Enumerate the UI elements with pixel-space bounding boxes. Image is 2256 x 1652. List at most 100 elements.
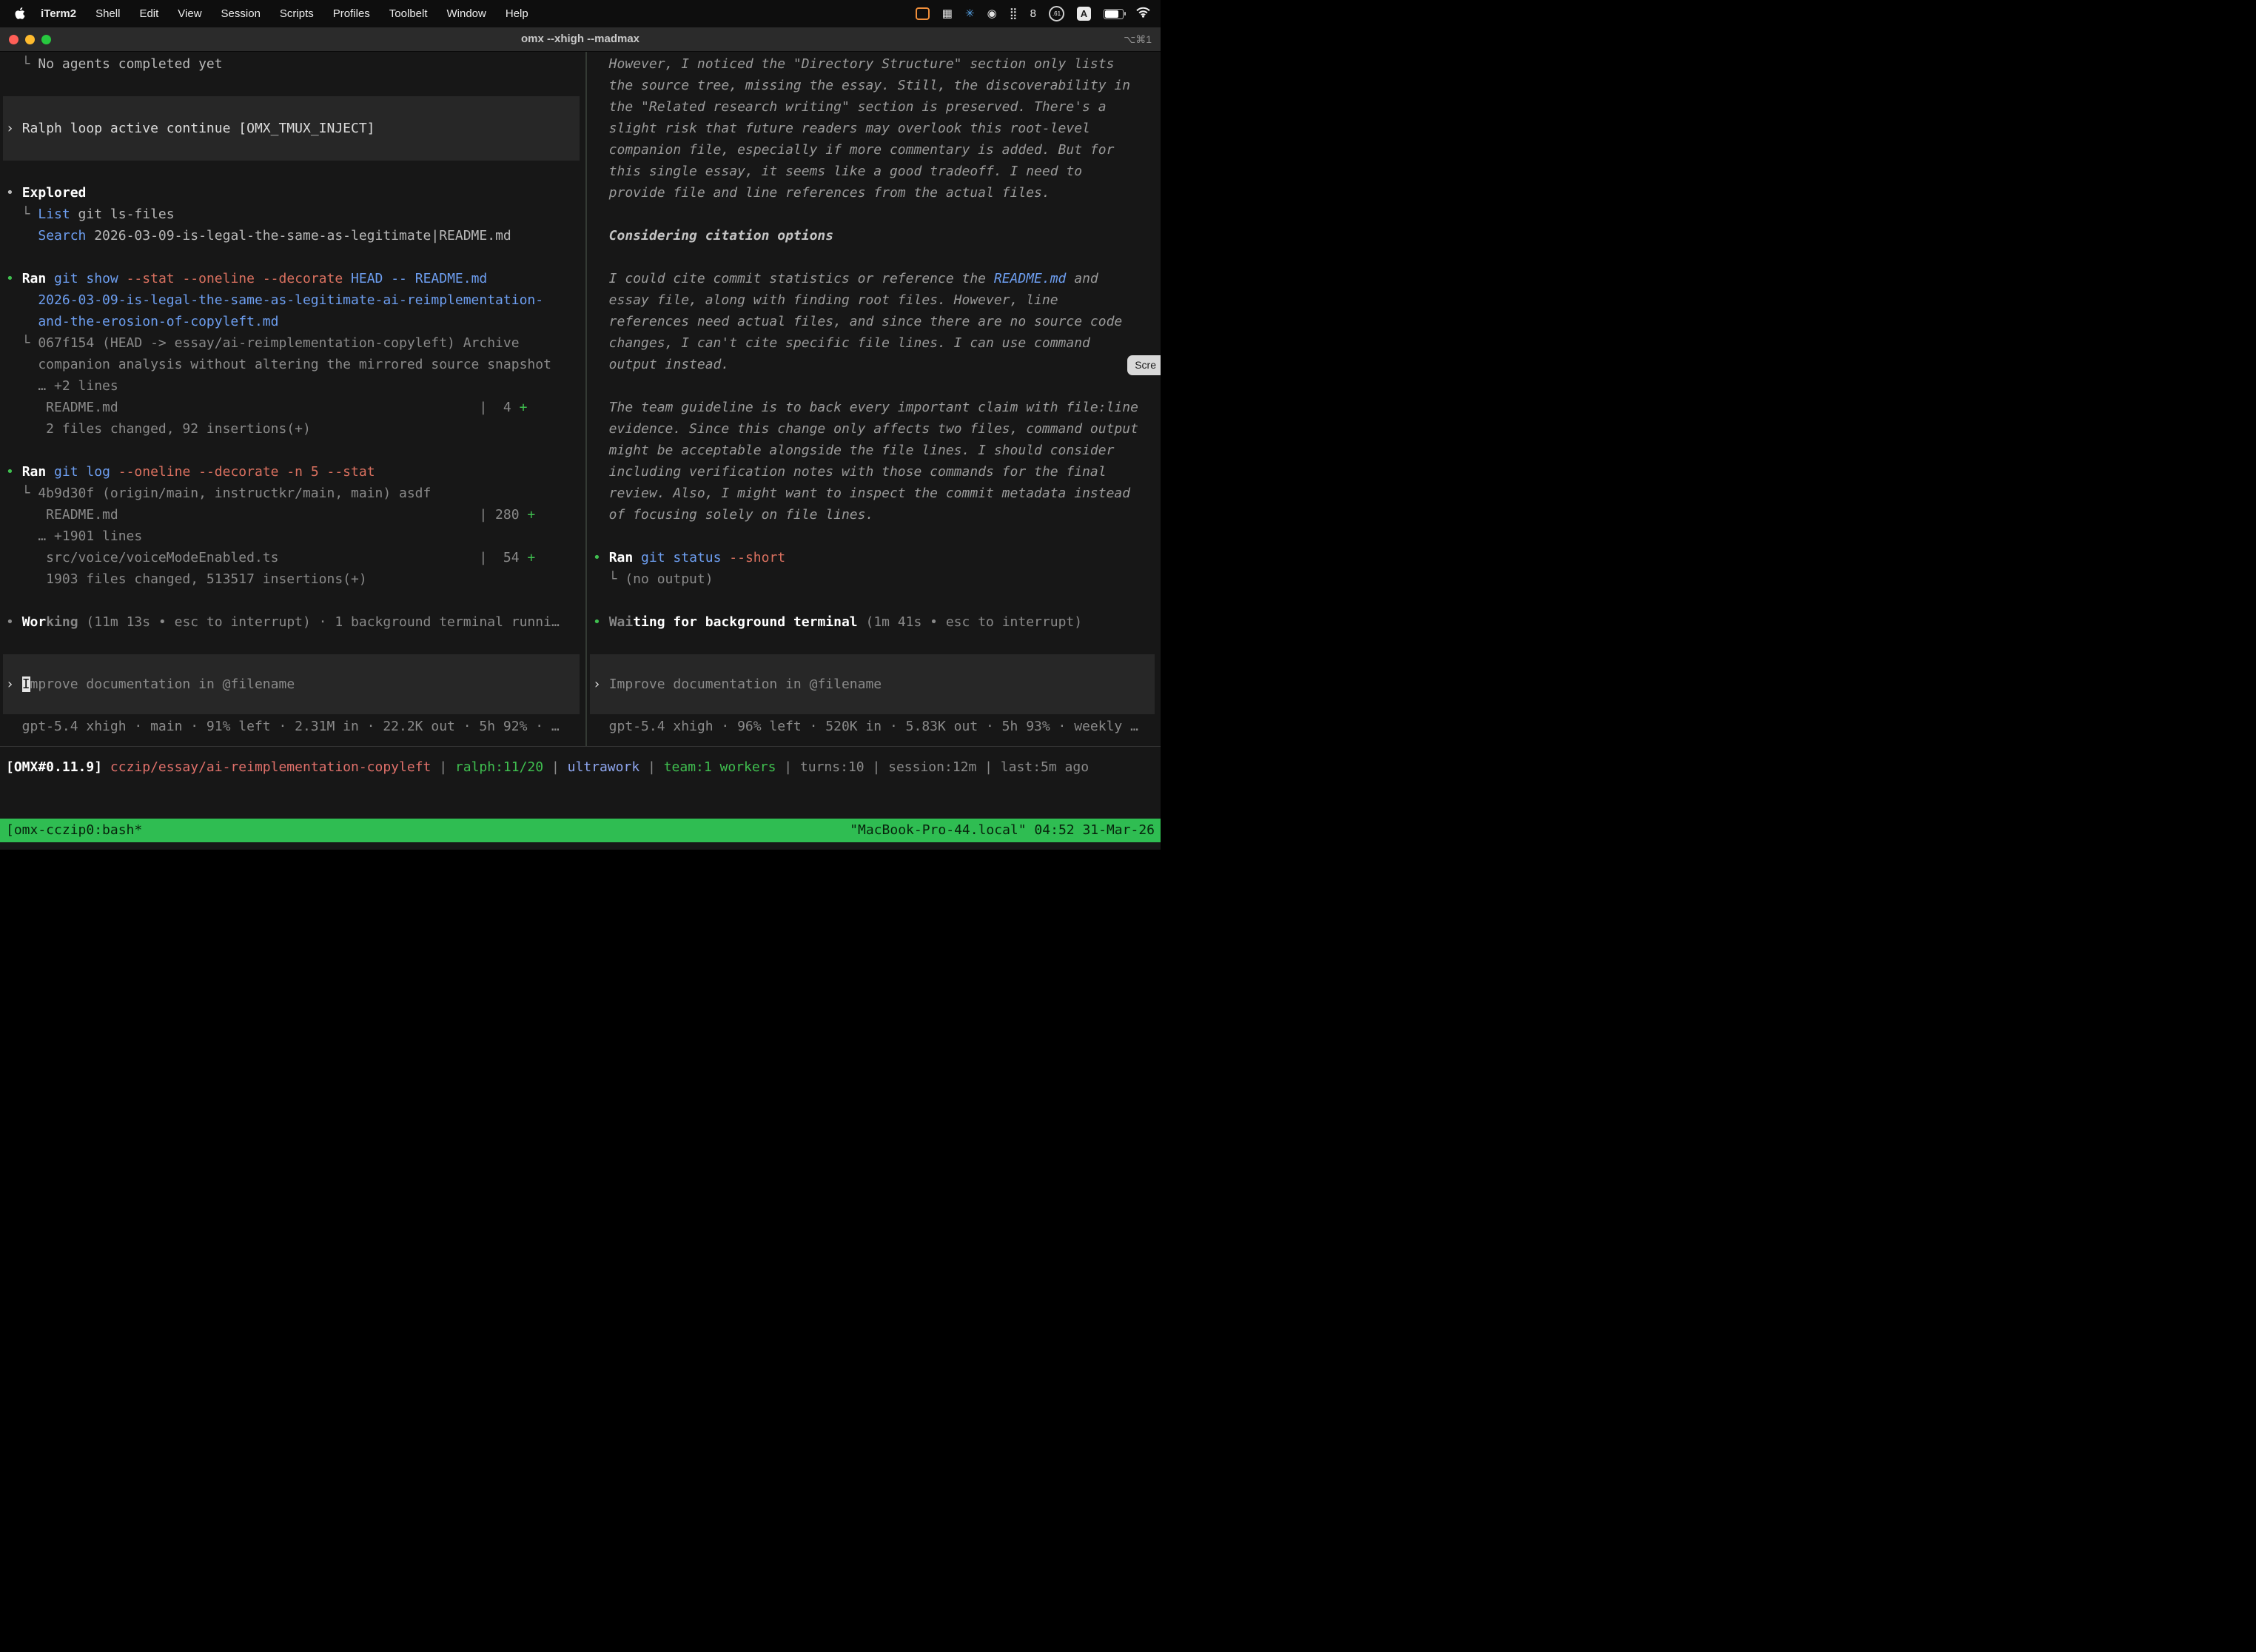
wifi-icon[interactable] xyxy=(1136,7,1150,21)
tmux-host-clock: "MacBook-Pro-44.local" 04:52 31-Mar-26 xyxy=(850,819,1155,842)
diffstat-line: 2 files changed, 92 insertions(+) xyxy=(6,418,585,440)
window-titlebar[interactable]: omx --xhigh --madmax ⌥⌘1 xyxy=(0,27,1161,52)
text-segment: List xyxy=(38,206,78,222)
text-segment: ting for background terminal xyxy=(633,614,857,630)
text-segment: might be acceptable alongside the file l… xyxy=(593,443,1114,458)
text-segment: Ran xyxy=(22,271,54,286)
reasoning-line: However, I noticed the "Directory Struct… xyxy=(593,53,1161,75)
text-segment: • xyxy=(593,614,609,630)
ralph-loop-banner: › Ralph loop active continue [OMX_TMUX_I… xyxy=(3,96,580,161)
reasoning-line: references need actual files, and since … xyxy=(593,311,1161,332)
command-arg-line: 2026-03-09-is-legal-the-same-as-legitima… xyxy=(6,289,585,311)
notification-peek[interactable]: Scre xyxy=(1127,355,1161,375)
grid-app-icon[interactable]: ▦ xyxy=(942,8,953,19)
text-segment: (11m 13s • esc to interrupt) · 1 backgro… xyxy=(78,614,560,630)
text-segment: slight risk that future readers may over… xyxy=(593,121,1090,136)
text-segment: › xyxy=(6,676,22,692)
model-status-line: gpt-5.4 xhigh · main · 91% left · 2.31M … xyxy=(6,716,585,737)
terminal-line xyxy=(6,440,585,461)
menu-toolbelt[interactable]: Toolbelt xyxy=(380,7,437,20)
menubar: iTerm2ShellEditViewSessionScriptsProfile… xyxy=(0,0,1161,27)
text-segment: No agents completed yet xyxy=(38,56,222,72)
text-segment: --short xyxy=(729,550,785,565)
reasoning-line: slight risk that future readers may over… xyxy=(593,118,1161,139)
menu-window[interactable]: Window xyxy=(437,7,496,20)
reasoning-line: review. Also, I might want to inspect th… xyxy=(593,483,1161,504)
input-source-icon[interactable]: A xyxy=(1077,7,1091,21)
menu-edit[interactable]: Edit xyxy=(130,7,168,20)
prompt-input[interactable]: › Improve documentation in @filename xyxy=(3,654,580,714)
text-segment: evidence. Since this change only affects… xyxy=(593,421,1138,437)
terminal-line xyxy=(6,633,585,654)
text-segment: changes, I can't cite specific file line… xyxy=(593,335,1090,351)
text-segment: gpt-5.4 xhigh · 96% left · 520K in · 5.8… xyxy=(593,719,1138,734)
text-segment: --stat --oneline --decorate xyxy=(127,271,351,286)
reasoning-line: the source tree, missing the essay. Stil… xyxy=(593,75,1161,96)
menu-help[interactable]: Help xyxy=(496,7,538,20)
ran-git-log-line: • Ran git log --oneline --decorate -n 5 … xyxy=(6,461,585,483)
bottom-divider xyxy=(0,746,1161,747)
text-segment: • xyxy=(6,271,22,286)
text-segment: README.md xyxy=(994,271,1067,286)
terminal-line xyxy=(6,246,585,268)
reasoning-line: The team guideline is to back every impo… xyxy=(593,397,1161,418)
text-segment: Ran xyxy=(22,464,54,480)
screen-recording-icon[interactable] xyxy=(916,7,930,20)
prompt-input[interactable]: › Improve documentation in @filename xyxy=(590,654,1155,714)
text-segment: … +1901 lines xyxy=(6,528,142,544)
text-segment: • xyxy=(6,464,22,480)
ran-git-show-line: • Ran git show --stat --oneline --decora… xyxy=(6,268,585,289)
menu-scripts[interactable]: Scripts xyxy=(270,7,323,20)
menu-shell[interactable]: Shell xyxy=(86,7,130,20)
menu-view[interactable]: View xyxy=(168,7,211,20)
dark-app-icon[interactable]: ◉ xyxy=(987,8,997,19)
menu-iterm2[interactable]: iTerm2 xyxy=(31,7,86,20)
battery-gauge-icon[interactable]: .61 xyxy=(1049,6,1064,21)
text-segment: 2 files changed, 92 insertions(+) xyxy=(6,421,311,437)
text-segment: 2026-03-09-is-legal-the-same-as-legitima… xyxy=(94,228,511,244)
dots-grid-icon[interactable]: ⣿ xyxy=(1010,8,1018,19)
text-segment: • xyxy=(593,550,609,565)
reasoning-line: provide file and line references from th… xyxy=(593,182,1161,204)
text-segment: and-the-erosion-of-copyleft.md xyxy=(6,314,278,329)
battery-icon[interactable] xyxy=(1104,9,1124,19)
command-output-line: └ 4b9d30f (origin/main, instructkr/main,… xyxy=(6,483,585,504)
text-segment: └ xyxy=(6,206,38,222)
text-segment: + xyxy=(527,550,535,565)
left-terminal-pane[interactable]: └ No agents completed yet › Ralph loop ac… xyxy=(0,52,585,746)
command-output-line: … +2 lines xyxy=(6,375,585,397)
text-segment: --oneline --decorate -n 5 --stat xyxy=(118,464,375,480)
model-status-line: gpt-5.4 xhigh · 96% left · 520K in · 5.8… xyxy=(593,716,1161,737)
text-segment: └ (no output) xyxy=(593,571,714,587)
text-segment: git show xyxy=(54,271,127,286)
window-shortcut-label: ⌥⌘1 xyxy=(1124,27,1152,51)
text-segment: + xyxy=(527,507,535,523)
text-segment: including verification notes with those … xyxy=(593,464,1107,480)
reasoning-heading-line: Considering citation options xyxy=(593,225,1161,246)
diffstat-line: 1903 files changed, 513517 insertions(+) xyxy=(6,568,585,590)
terminal-line xyxy=(593,246,1161,268)
prompt-input-text: › Improve documentation in @filename xyxy=(593,674,882,695)
menu-session[interactable]: Session xyxy=(212,7,270,20)
reasoning-line: output instead. xyxy=(593,354,1161,375)
ran-git-status-line: • Ran git status --short xyxy=(593,547,1161,568)
terminal-line xyxy=(593,204,1161,225)
terminal-line xyxy=(6,75,585,96)
right-terminal-pane[interactable]: However, I noticed the "Directory Struct… xyxy=(587,52,1161,746)
apple-menu-icon[interactable] xyxy=(15,7,25,20)
prompt-input-text: › Improve documentation in @filename xyxy=(6,674,295,695)
text-segment: the source tree, missing the essay. Stil… xyxy=(593,78,1130,93)
text-segment: | xyxy=(543,759,568,775)
reasoning-line: changes, I can't cite specific file line… xyxy=(593,332,1161,354)
text-segment: (1m 41s • esc to interrupt) xyxy=(858,614,1082,630)
blue-app-icon[interactable]: ✳ xyxy=(965,8,975,19)
text-segment: output instead. xyxy=(593,357,729,372)
text-segment: provide file and line references from th… xyxy=(593,185,1050,201)
text-segment xyxy=(6,228,38,244)
menu-profiles[interactable]: Profiles xyxy=(323,7,380,20)
text-segment: git status xyxy=(641,550,729,565)
reasoning-line: the "Related research writing" section i… xyxy=(593,96,1161,118)
key-8-icon[interactable]: 8 xyxy=(1030,8,1036,19)
text-segment: git log xyxy=(54,464,118,480)
terminal-line xyxy=(593,526,1161,547)
